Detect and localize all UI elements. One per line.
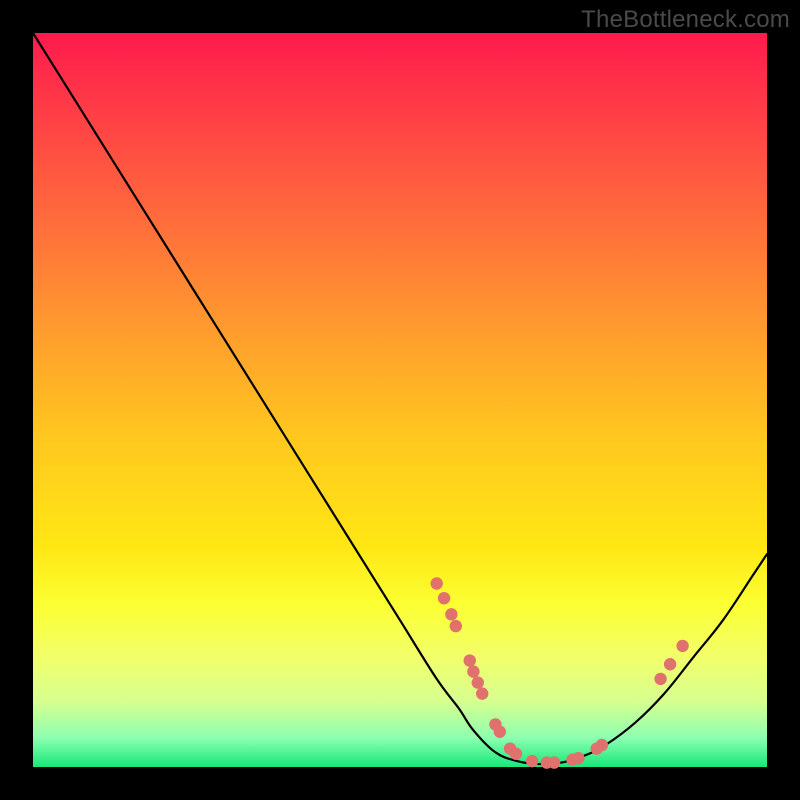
curve-marker (467, 665, 479, 677)
curve-marker (676, 640, 688, 652)
curve-marker (494, 726, 506, 738)
chart-frame: TheBottleneck.com (0, 0, 800, 800)
curve-marker (472, 676, 484, 688)
curve-marker (548, 756, 560, 768)
watermark-text: TheBottleneck.com (581, 6, 790, 34)
curve-marker (464, 654, 476, 666)
curve-markers (431, 577, 689, 769)
curve-marker (431, 577, 443, 589)
plot-area (33, 33, 767, 767)
curve-marker (596, 739, 608, 751)
curve-marker (445, 608, 457, 620)
curve-marker (510, 748, 522, 760)
curve-marker (664, 658, 676, 670)
bottleneck-curve (33, 33, 767, 764)
curve-marker (572, 752, 584, 764)
curve-marker (450, 620, 462, 632)
curve-marker (654, 673, 666, 685)
curve-marker (438, 592, 450, 604)
curve-marker (526, 755, 538, 767)
chart-svg (33, 33, 767, 767)
curve-marker (476, 687, 488, 699)
